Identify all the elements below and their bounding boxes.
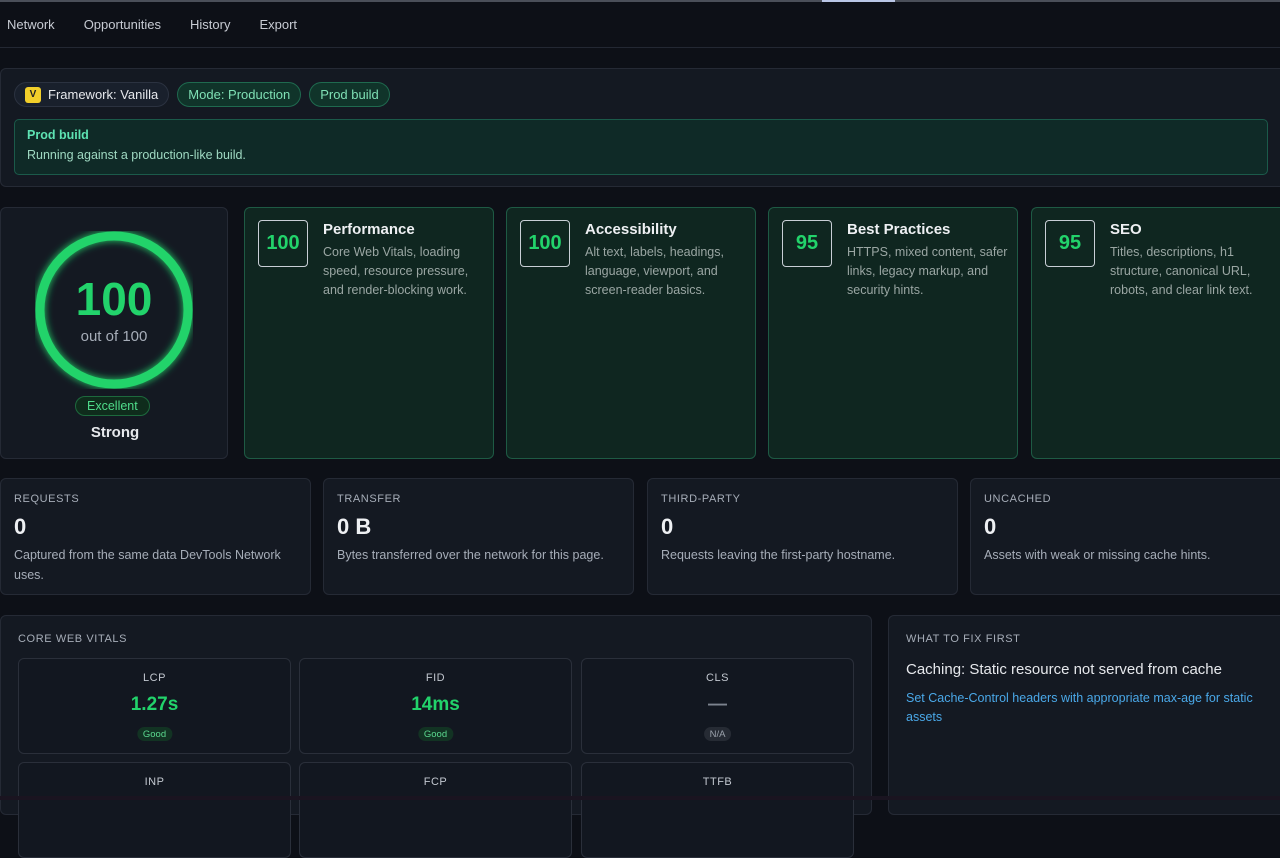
metric-name: INP [144,776,165,788]
stat-card-third-party: THIRD-PARTY 0 Requests leaving the first… [647,478,958,595]
category-score: 100 [258,220,308,267]
fix-first-title: Caching: Static resource not served from… [906,661,1222,678]
core-web-vitals-panel: CORE WEB VITALS LCP 1.27s Good FID 14ms … [0,615,872,858]
metric-name: TTFB [702,776,733,788]
metric-fcp: FCP [299,762,572,858]
metric-ttfb: TTFB [581,762,854,858]
bottom-edge [0,796,1280,800]
metric-status-badge: Good [136,727,173,741]
build-notice: Prod build Running against a production-… [14,119,1268,175]
stat-description: Bytes transferred over the network for t… [337,548,604,562]
vanilla-logo-icon: V [25,86,41,103]
stat-value: 0 [984,514,997,539]
build-chip: Prod build [309,82,390,107]
metric-name: FCP [423,776,448,788]
stat-card-transfer: TRANSFER 0 B Bytes transferred over the … [323,478,634,595]
category-description: Core Web Vitals, loading speed, resource… [323,245,469,297]
category-title: Accessibility [585,221,677,238]
core-web-vitals-heading: CORE WEB VITALS [18,633,128,645]
stat-card-uncached: UNCACHED 0 Assets with weak or missing c… [970,478,1280,595]
tab-history[interactable]: History [190,17,230,32]
context-chips: V Framework: Vanilla Mode: Production Pr… [14,82,390,107]
score-ring-text: 100 out of 100 [35,231,193,389]
tab-export[interactable]: Export [259,17,297,32]
framework-chip-label: Framework: Vanilla [48,87,159,102]
stat-card-requests: REQUESTS 0 Captured from the same data D… [0,478,311,595]
metric-name: FID [425,672,446,684]
stat-description: Assets with weak or missing cache hints. [984,548,1211,562]
metric-cls: CLS — N/A [581,658,854,754]
stat-value: 0 B [337,514,372,539]
overall-score-panel: 100 out of 100 Excellent Strong [0,207,228,459]
top-navigation: Network Opportunities History Export [0,2,1280,48]
metric-status-badge: N/A [703,727,732,741]
overall-verdict: Strong [90,424,140,441]
notice-title: Prod build [27,128,89,142]
metric-value: 1.27s [130,694,179,715]
category-title: SEO [1110,221,1142,238]
metric-status-badge: Good [417,727,454,741]
metric-fid: FID 14ms Good [299,658,572,754]
fix-first-link[interactable]: Set Cache-Control headers with appropria… [906,689,1256,727]
rating-badge: Excellent [75,396,150,416]
stat-label: TRANSFER [337,493,402,505]
metric-name: LCP [143,672,166,684]
metric-value: — [708,694,727,715]
tab-network[interactable]: Network [7,17,55,32]
category-score: 95 [782,220,832,267]
category-description: Titles, descriptions, h1 structure, cano… [1110,245,1253,297]
category-card-accessibility[interactable]: 100 Accessibility Alt text, labels, head… [506,207,756,459]
stat-description: Captured from the same data DevTools Net… [14,548,281,582]
mode-chip: Mode: Production [177,82,302,107]
metric-lcp: LCP 1.27s Good [18,658,291,754]
stat-description: Requests leaving the first-party hostnam… [661,548,896,562]
category-card-best-practices[interactable]: 95 Best Practices HTTPS, mixed content, … [768,207,1018,459]
category-card-performance[interactable]: 100 Performance Core Web Vitals, loading… [244,207,494,459]
category-title: Best Practices [847,221,951,238]
overall-score-value: 100 [75,272,153,325]
fix-first-heading: WHAT TO FIX FIRST [906,633,1021,645]
framework-chip: V Framework: Vanilla [14,82,170,107]
notice-text: Running against a production-like build. [27,148,246,162]
category-description: HTTPS, mixed content, safer links, legac… [847,245,1008,297]
stat-label: THIRD-PARTY [661,493,741,505]
metric-value: 14ms [411,694,460,715]
framework-panel: V Framework: Vanilla Mode: Production Pr… [0,68,1280,187]
category-score: 95 [1045,220,1095,267]
stat-label: UNCACHED [984,493,1052,505]
category-card-seo[interactable]: 95 SEO Titles, descriptions, h1 structur… [1031,207,1280,459]
category-title: Performance [323,221,415,238]
stat-label: REQUESTS [14,493,80,505]
metric-name: CLS [706,672,729,684]
stat-value: 0 [661,514,674,539]
tab-opportunities[interactable]: Opportunities [84,17,161,32]
fix-first-panel: WHAT TO FIX FIRST Caching: Static resour… [888,615,1280,815]
overall-score-out-of: out of 100 [80,327,148,345]
category-description: Alt text, labels, headings, language, vi… [585,245,724,297]
metric-inp: INP [18,762,291,858]
stat-value: 0 [14,514,27,539]
category-score: 100 [520,220,570,267]
